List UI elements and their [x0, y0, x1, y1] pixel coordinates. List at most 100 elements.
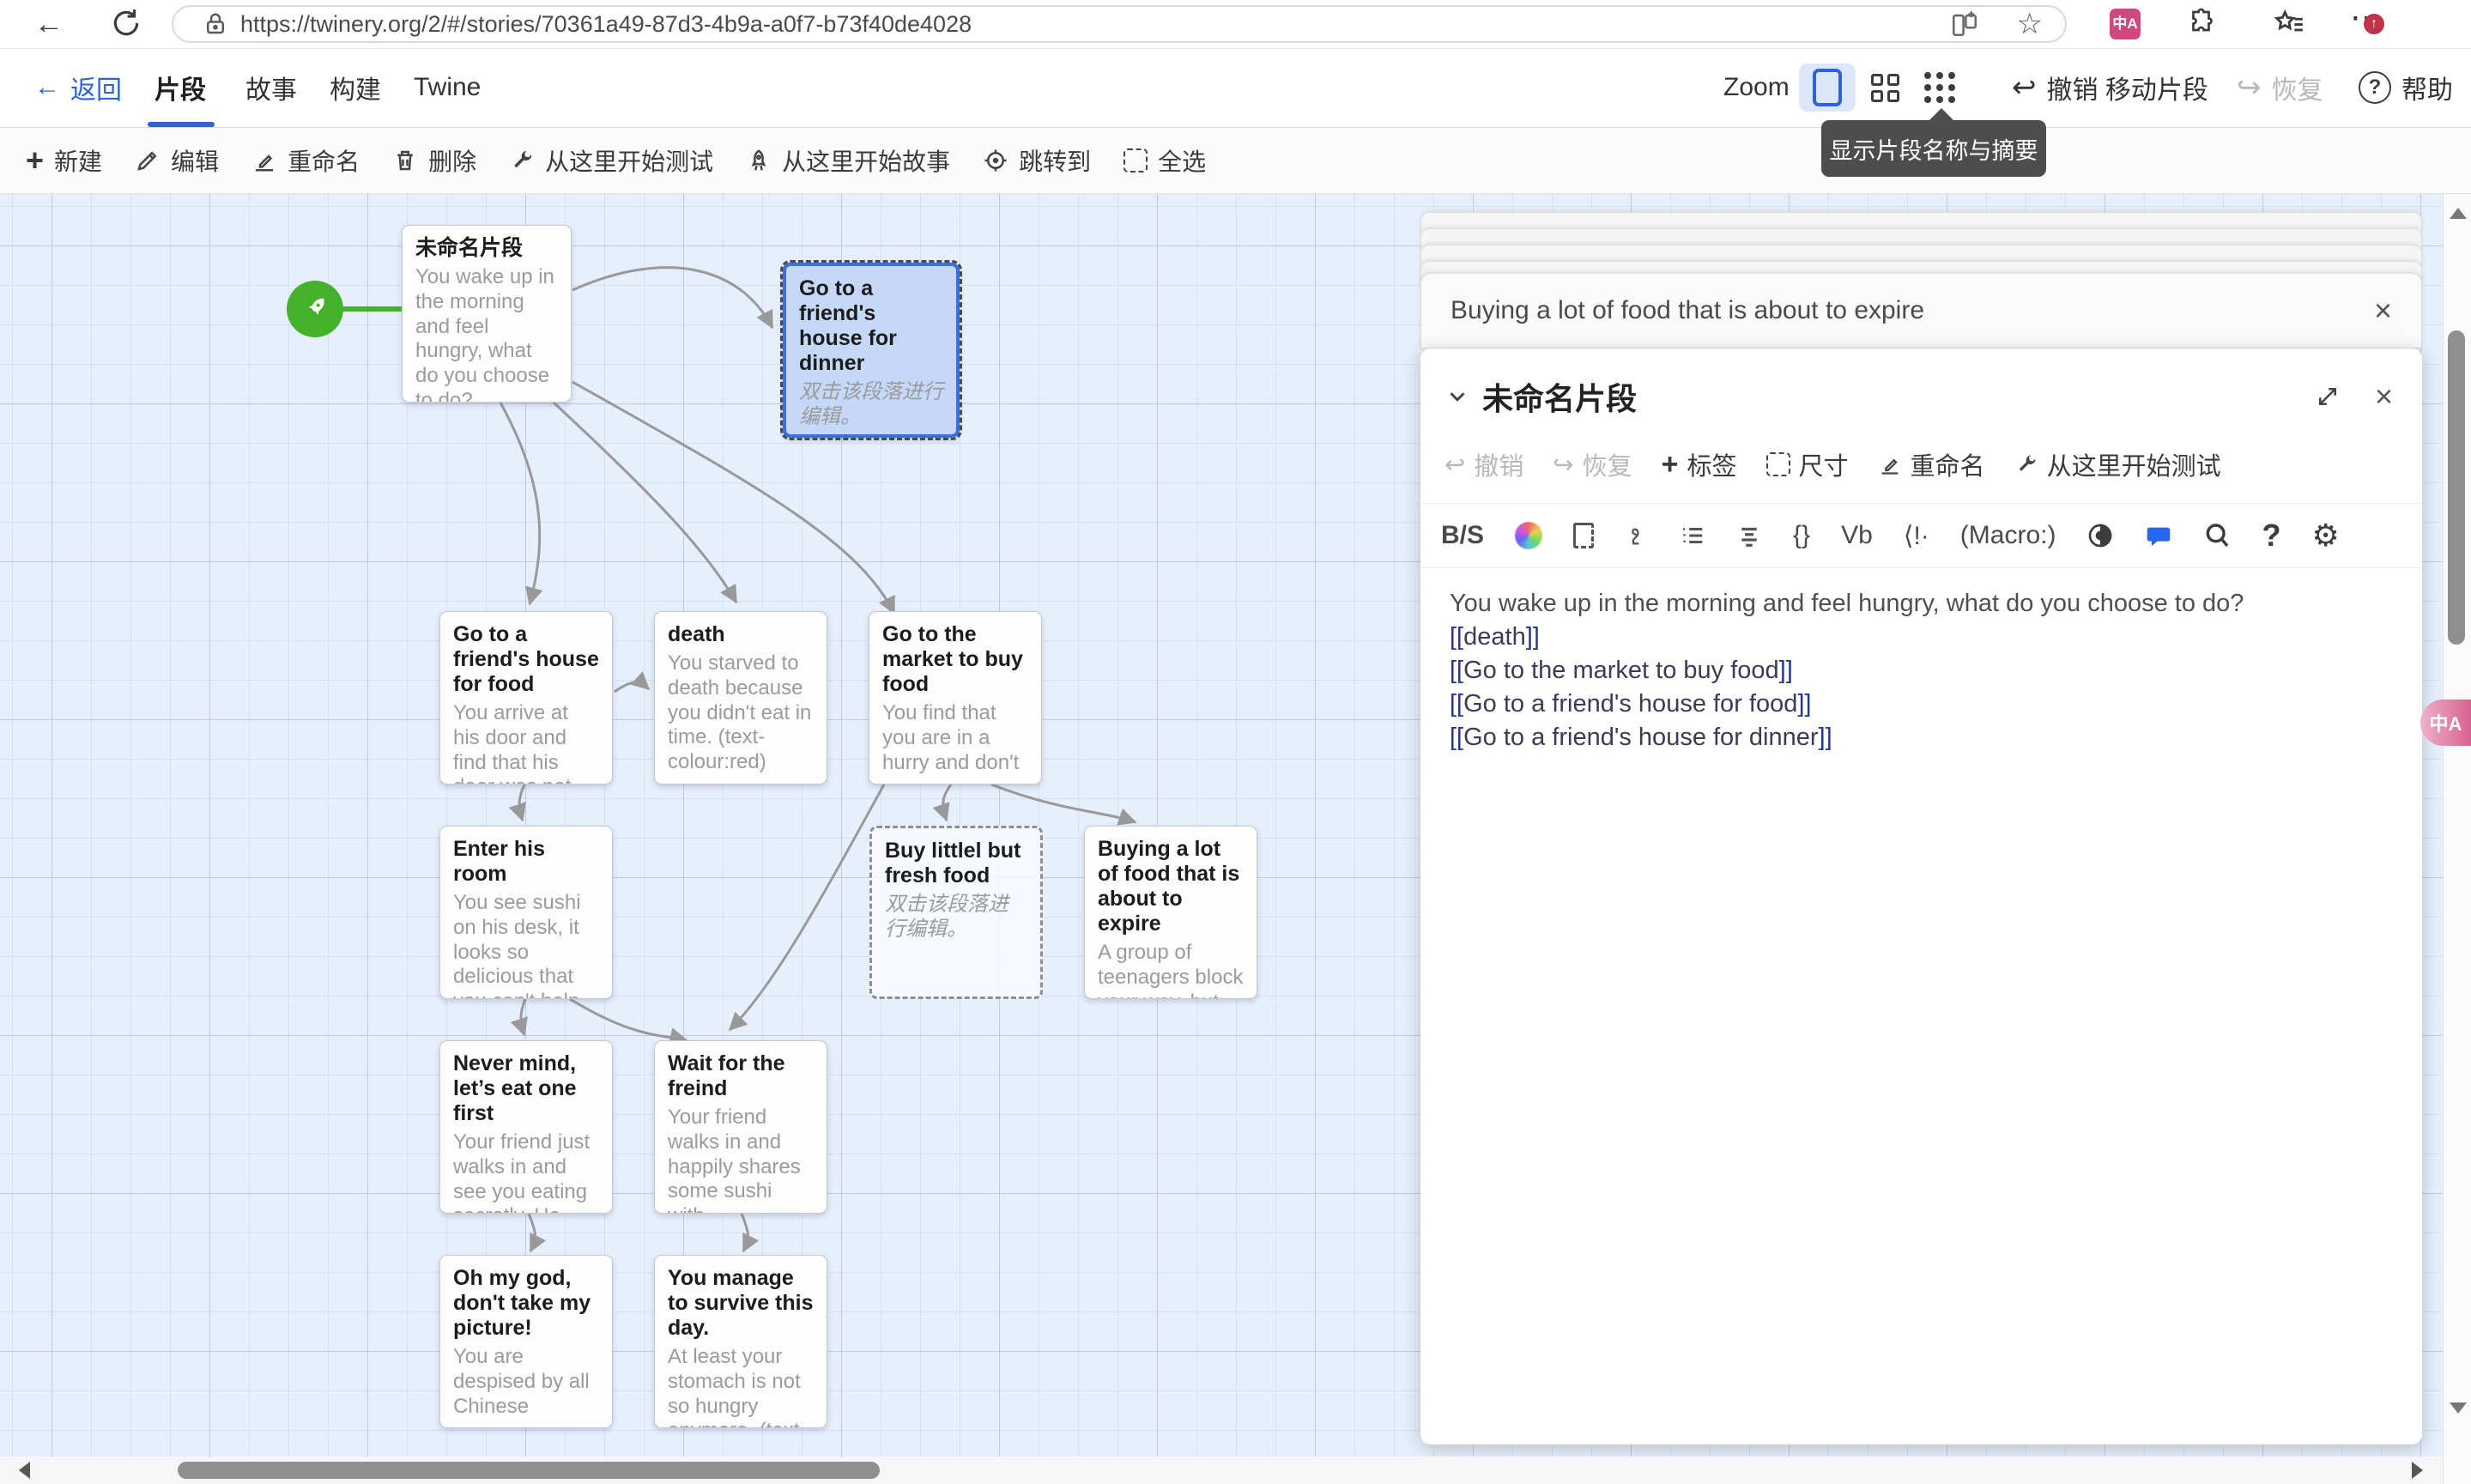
passage-card[interactable]: Enter his room You see sushi on his desk… [439, 826, 613, 999]
test-from-here-button[interactable]: 从这里开始测试 [509, 143, 713, 178]
scroll-up-icon[interactable] [2450, 208, 2467, 219]
search-icon[interactable] [2203, 522, 2231, 549]
align-center-icon[interactable] [1736, 523, 1762, 548]
redo-button[interactable]: ↪ 恢复 [2237, 48, 2323, 127]
url-text[interactable]: https://twinery.org/2/#/stories/70361a49… [240, 11, 972, 38]
scroll-right-icon[interactable] [2412, 1462, 2423, 1479]
section-box-icon[interactable] [1573, 523, 1594, 548]
horizontal-scrollbar[interactable] [0, 1457, 2443, 1484]
passage-link-line: [[Go to a friend's house for food]] [1450, 687, 2393, 721]
zoom-max-button[interactable] [1799, 48, 1856, 127]
select-all-button[interactable]: 全选 [1123, 143, 1206, 178]
ordered-list-icon[interactable] [1680, 523, 1705, 548]
passage-card-empty[interactable]: Buy littlel but fresh food 双击该段落进行编辑。 [869, 826, 1043, 999]
passage-card[interactable]: Go to the market to buy food You find th… [869, 611, 1042, 784]
back-arrow-icon: ← [34, 73, 60, 102]
size-button[interactable]: 尺寸 [1766, 446, 1849, 482]
scroll-left-icon[interactable] [19, 1462, 30, 1479]
start-story-here-button[interactable]: 从这里开始故事 [746, 143, 950, 178]
passage-card[interactable]: Wait for the freind Your friend walks in… [654, 1040, 827, 1214]
vertical-scroll-thumb[interactable] [2448, 330, 2465, 645]
passage-card[interactable]: death You starved to death because you d… [654, 611, 827, 784]
close-icon[interactable]: × [2374, 295, 2392, 326]
chevron-down-icon[interactable] [1444, 384, 1470, 409]
extensions-puzzle-icon[interactable] [2187, 7, 2218, 38]
macro-button[interactable]: (Macro:) [1960, 521, 2056, 550]
passage-card[interactable]: Oh my god, don't take my picture! You ar… [439, 1255, 613, 1428]
favorites-bar-icon[interactable] [2273, 7, 2305, 39]
go-to-button[interactable]: 跳转到 [983, 143, 1091, 178]
scroll-down-icon[interactable] [2450, 1402, 2467, 1414]
passage-link-line: [[Go to a friend's house for dinner]] [1450, 721, 2393, 754]
zoom-label: Zoom [1723, 48, 1790, 127]
help-button[interactable]: ? 帮助 [2359, 48, 2453, 127]
browser-back-icon[interactable]: ← [34, 8, 64, 40]
tab-story[interactable]: 故事 [245, 48, 297, 127]
verbatim-icon[interactable]: Vb [1841, 521, 1873, 550]
rename-icon [1878, 452, 1902, 476]
plus-icon: + [1662, 448, 1679, 482]
delete-button[interactable]: 删除 [392, 143, 476, 178]
rename-button[interactable]: 重命名 [251, 143, 360, 178]
rename-passage-button[interactable]: 重命名 [1878, 446, 1985, 482]
test-from-here-button[interactable]: 从这里开始测试 [2014, 446, 2221, 482]
split-screen-icon[interactable] [1950, 9, 1979, 39]
site-lock-icon[interactable] [203, 10, 228, 38]
edit-button[interactable]: 编辑 [135, 143, 219, 178]
new-passage-button[interactable]: + 新建 [26, 142, 102, 179]
format-toolbar: B/S {} Vb ⟨!· (Macro:) ? ⚙ [1420, 504, 2422, 568]
close-icon[interactable]: × [2375, 381, 2393, 412]
passage-card[interactable]: Never mind, let’s eat one first Your fri… [439, 1040, 613, 1214]
passage-link-line: [[death]] [1450, 621, 2393, 654]
maximize-icon[interactable] [2315, 384, 2341, 409]
passage-text-editor[interactable]: You wake up in the morning and feel hung… [1420, 568, 2422, 773]
braces-icon[interactable]: {} [1793, 521, 1810, 550]
macro-glyph-icon[interactable]: ⟨!· [1904, 521, 1929, 551]
rename-icon [251, 148, 277, 173]
help-icon[interactable]: ? [2262, 518, 2280, 554]
tab-passages[interactable]: 片段 [154, 48, 206, 127]
passage-toolbar: + 新建 编辑 重命名 删除 从这里开始测试 从这里开始故事 跳转到 [0, 127, 2471, 194]
vertical-scrollbar[interactable] [2443, 194, 2471, 1484]
add-tag-button[interactable]: + 标签 [1662, 446, 1737, 482]
passage-card[interactable]: Buying a lot of food that is about to ex… [1084, 826, 1257, 999]
passage-card-selected[interactable]: Go to a friend's house for dinner 双击该段落进… [783, 263, 960, 438]
plus-icon: + [26, 142, 44, 179]
collapsed-dialog-title: Buying a lot of food that is about to ex… [1451, 296, 2374, 325]
horizontal-scroll-thumb[interactable] [178, 1462, 880, 1479]
redo-icon: ↪ [2237, 70, 2262, 105]
twine-top-nav: ← 返回 片段 故事 构建 Twine Zoom ↩ 撤销 移动片段 ↪ 恢复 … [0, 48, 2471, 128]
undo-icon: ↩ [1444, 450, 1465, 480]
translate-floating-button[interactable]: 中A [2420, 700, 2471, 746]
passage-card[interactable]: Go to a friend's house for food You arri… [439, 611, 613, 784]
color-icon[interactable] [1515, 522, 1542, 549]
tab-twine[interactable]: Twine [414, 48, 481, 127]
redo-icon: ↪ [1553, 450, 1573, 480]
wrench-icon [2014, 452, 2038, 476]
pencil-icon [135, 148, 160, 173]
browser-menu-icon[interactable]: ⋯ ↑ [2350, 2, 2383, 35]
translate-icon[interactable]: 中A [2110, 9, 2141, 39]
wrench-icon [509, 148, 535, 173]
editor-redo-button[interactable]: ↪ 恢复 [1553, 446, 1632, 482]
favorite-star-icon[interactable]: ☆ [2017, 7, 2043, 41]
preview-eye-icon[interactable] [2086, 522, 2114, 549]
tab-build[interactable]: 构建 [330, 48, 381, 127]
editor-passage-title: 未命名片段 [1482, 374, 2315, 419]
passage-card[interactable]: 未命名片段 You wake up in the morning and fee… [402, 225, 572, 403]
collapsed-dialog-row[interactable]: Buying a lot of food that is about to ex… [1420, 273, 2422, 348]
comment-bubble-icon[interactable] [2145, 522, 2172, 549]
browser-toolbar: ← https://twinery.org/2/#/stories/70361a… [0, 0, 2471, 49]
link-icon[interactable] [1625, 523, 1649, 548]
zoom-medium-button[interactable] [1871, 48, 1899, 127]
editor-undo-button[interactable]: ↩ 撤销 [1444, 446, 1523, 482]
browser-refresh-icon[interactable] [110, 7, 142, 39]
gear-icon[interactable]: ⚙ [2311, 518, 2339, 554]
passage-card[interactable]: You manage to survive this day. At least… [654, 1255, 827, 1428]
undo-button[interactable]: ↩ 撤销 移动片段 [2012, 48, 2208, 127]
text-style-icon[interactable]: B/S [1441, 521, 1484, 550]
back-button[interactable]: ← 返回 [34, 48, 122, 127]
address-bar[interactable]: https://twinery.org/2/#/stories/70361a49… [172, 5, 2067, 43]
size-icon [1766, 452, 1790, 476]
select-all-icon [1123, 148, 1148, 173]
